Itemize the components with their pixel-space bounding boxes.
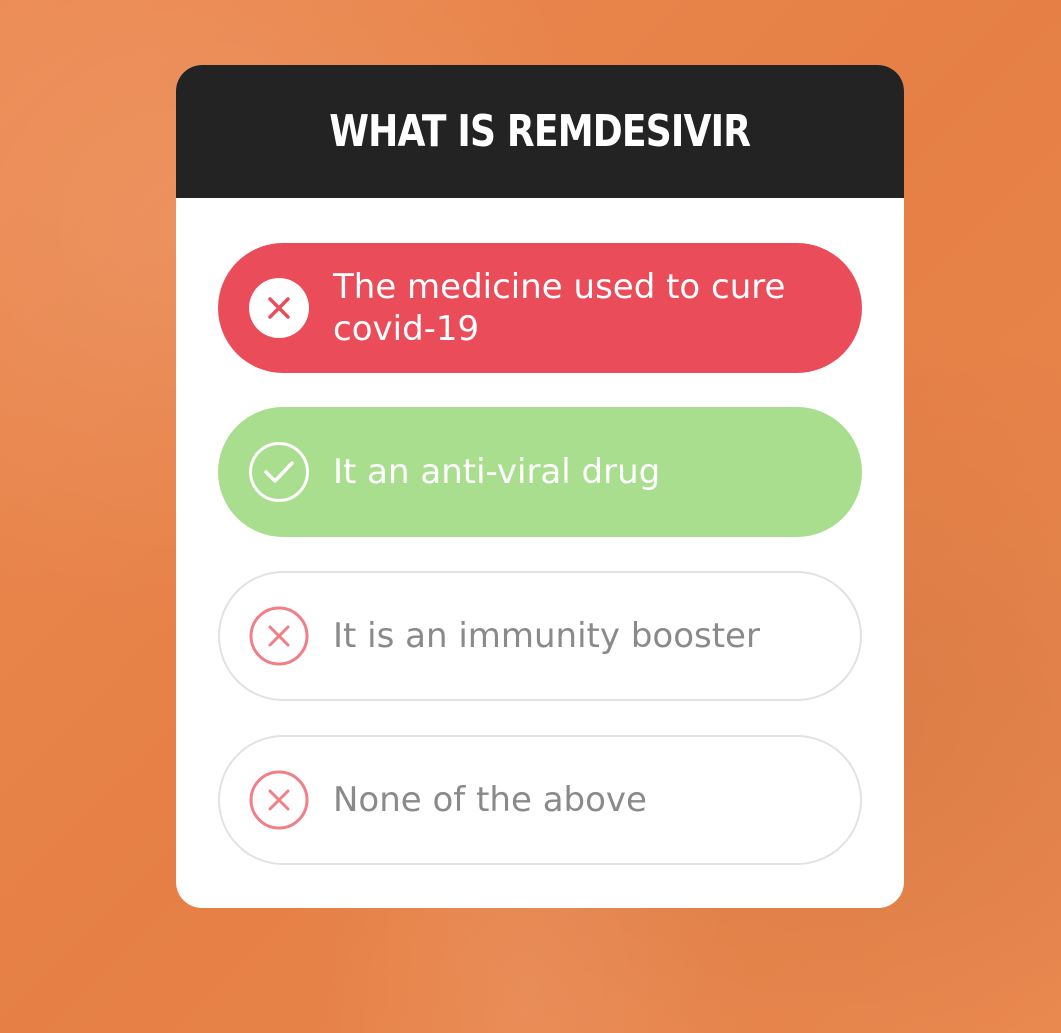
option-3-label: It is an immunity booster bbox=[333, 616, 760, 656]
option-4[interactable]: None of the above bbox=[218, 735, 862, 865]
x-circle-icon bbox=[248, 769, 310, 831]
x-circle-icon bbox=[248, 277, 310, 339]
option-2[interactable]: It an anti-viral drug bbox=[218, 407, 862, 537]
check-circle-icon bbox=[248, 441, 310, 503]
x-circle-icon bbox=[248, 605, 310, 667]
quiz-title: WHAT IS REMDESIVIR bbox=[329, 106, 752, 157]
option-1-label: The medicine used to cure covid-19 bbox=[333, 267, 786, 349]
option-2-label: It an anti-viral drug bbox=[333, 452, 661, 492]
option-3[interactable]: It is an immunity booster bbox=[218, 571, 862, 701]
quiz-header: WHAT IS REMDESIVIR bbox=[176, 65, 904, 198]
option-4-label: None of the above bbox=[333, 780, 647, 820]
quiz-card: WHAT IS REMDESIVIR The medicine used to … bbox=[176, 65, 904, 908]
option-1[interactable]: The medicine used to cure covid-19 bbox=[218, 243, 862, 373]
